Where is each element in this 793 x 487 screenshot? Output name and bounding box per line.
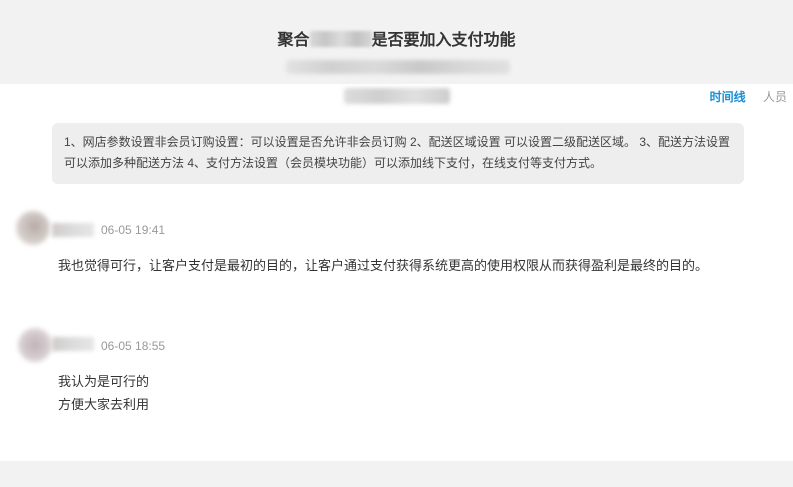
redacted-username (52, 337, 94, 351)
comment-line: 我认为是可行的 (58, 374, 150, 389)
comment-time: 06-05 19:41 (101, 223, 166, 237)
comment-line: 方便大家去利用 (58, 397, 150, 412)
title-prefix: 聚合 (277, 32, 310, 49)
tab-timeline[interactable]: 时间线 (710, 88, 746, 105)
title-suffix: 是否要加入支付功能 (371, 32, 516, 49)
comment-time: 06-05 18:55 (101, 339, 166, 353)
avatar[interactable] (16, 211, 50, 245)
view-tabs: 时间线 人员 (696, 88, 787, 105)
page-title: 聚合 是否要加入支付功能 (0, 26, 793, 50)
tab-people[interactable]: 人员 (763, 88, 787, 105)
redacted-title-part (309, 31, 372, 47)
page-footer (0, 461, 793, 487)
comment-text: 我也觉得可行，让客户支付是最初的目的，让客户通过支付获得系统更高的使用权限从而获… (58, 258, 709, 273)
comment-text: 我认为是可行的 方便大家去利用 (58, 370, 358, 416)
avatar[interactable] (18, 328, 52, 362)
redacted-meta (344, 88, 450, 104)
topic-summary: 1、网店参数设置非会员订购设置：可以设置是否允许非会员订购 2、配送区域设置 可… (52, 123, 744, 184)
redacted-username (52, 223, 94, 237)
redacted-subtitle (286, 60, 510, 74)
